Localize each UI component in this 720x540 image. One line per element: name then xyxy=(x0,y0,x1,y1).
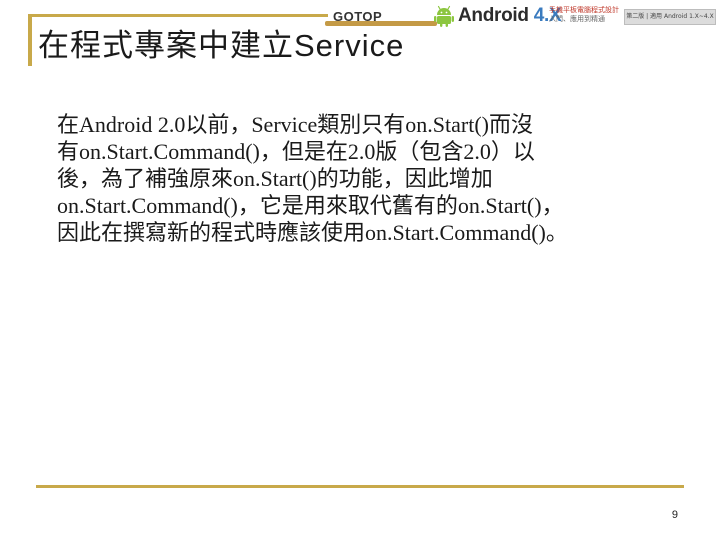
book-subtitle-line1: 手機平板電腦程式設計 xyxy=(549,6,619,14)
product-logo-text: Android 4.X xyxy=(458,5,562,27)
body-line: 後，為了補強原來on.Start()的功能，因此增加 xyxy=(57,166,493,191)
title-top-rule xyxy=(28,14,328,17)
edition-tag: 第二版 | 適用 Android 1.X~4.X xyxy=(624,9,716,25)
header-banner: GOTOP Android 4.X 手機平板電腦程式設計 入門、應用到精通 第二… xyxy=(325,4,720,28)
body-line: on.Start.Command()，它是用來取代舊有的on.Start()， xyxy=(57,193,564,218)
publisher-logo: GOTOP xyxy=(333,9,383,24)
product-name: Android xyxy=(458,5,529,26)
book-subtitle: 手機平板電腦程式設計 入門、應用到精通 xyxy=(549,6,619,24)
body-paragraph: 在Android 2.0以前，Service類別只有on.Start()而沒 有… xyxy=(57,111,697,246)
footer-rule xyxy=(36,485,684,488)
slide-title-cjk: 在程式專案中建立 xyxy=(38,28,294,64)
page-number: 9 xyxy=(671,509,678,521)
body-line: 在Android 2.0以前，Service類別只有on.Start()而沒 xyxy=(57,112,533,137)
slide: 在程式專案中建立Service GOTOP Android 4.X 手機平板電腦… xyxy=(0,0,720,540)
book-subtitle-line2: 入門、應用到精通 xyxy=(549,15,605,23)
android-robot-icon xyxy=(434,5,454,27)
slide-title-latin: Service xyxy=(294,28,405,63)
body-line: 有on.Start.Command()，但是在2.0版（包含2.0）以 xyxy=(57,139,535,164)
title-left-rule xyxy=(28,14,32,66)
body-line: 因此在撰寫新的程式時應該使用on.Start.Command()。 xyxy=(57,220,568,245)
